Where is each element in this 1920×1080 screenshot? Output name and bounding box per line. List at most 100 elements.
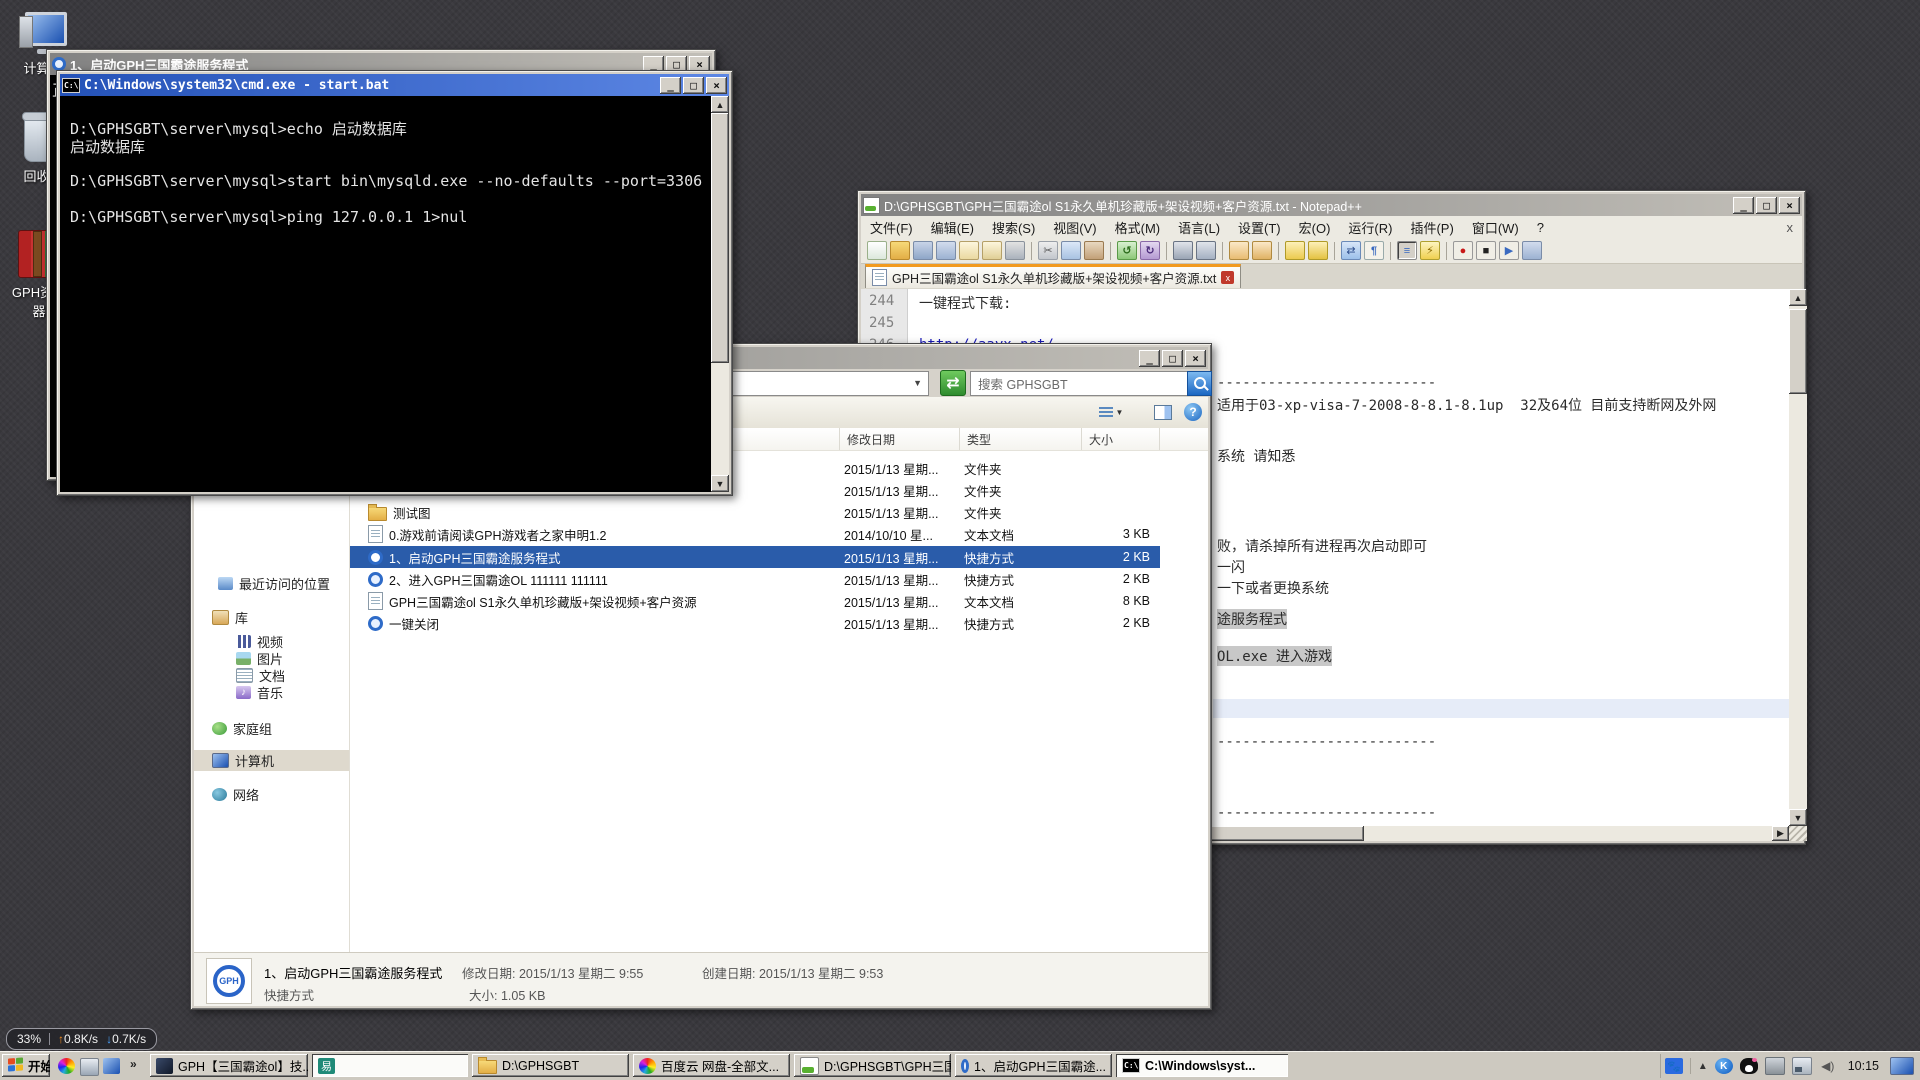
kugou-icon[interactable]: K: [1715, 1058, 1733, 1074]
close-button[interactable]: ×: [1185, 350, 1206, 367]
vscroll-thumb[interactable]: [711, 113, 729, 363]
paste-icon[interactable]: [1084, 241, 1104, 260]
copy-icon[interactable]: [1061, 241, 1081, 260]
clock[interactable]: 10:15: [1844, 1059, 1883, 1073]
maximize-button[interactable]: □: [1756, 197, 1777, 214]
minimize-button[interactable]: _: [1139, 350, 1160, 367]
tab-document[interactable]: GPH三国霸途ol S1永久单机珍藏版+架设视频+客户资源.txt x: [865, 264, 1241, 288]
search-input[interactable]: 搜索 GPHSGBT: [970, 371, 1195, 396]
scroll-down-icon[interactable]: ▼: [711, 475, 729, 492]
close-doc-icon[interactable]: [959, 241, 979, 260]
cmd-titlebar[interactable]: C:\ C:\Windows\system32\cmd.exe - start.…: [60, 74, 729, 96]
file-row[interactable]: 一键关闭 2015/1/13 星期... 快捷方式 2 KB: [350, 612, 1156, 634]
menu-search[interactable]: 搜索(S): [983, 215, 1044, 240]
network-status-icon[interactable]: [1792, 1057, 1812, 1075]
tab-close-icon[interactable]: x: [1221, 271, 1234, 284]
sidebar-item-homegroup[interactable]: 家庭组: [194, 718, 367, 739]
quicklaunch-overflow-chevron[interactable]: »: [130, 1057, 137, 1071]
function-completion-icon[interactable]: ⚡: [1420, 241, 1440, 260]
notepadpp-vscrollbar[interactable]: ▲ ▼: [1789, 289, 1807, 826]
usb-device-icon[interactable]: [1765, 1057, 1785, 1075]
menu-macro[interactable]: 宏(O): [1290, 215, 1340, 240]
file-row[interactable]: 0.游戏前请阅读GPH游戏者之家申明1.2 2014/10/10 星... 文本…: [350, 523, 1156, 545]
maximize-button[interactable]: □: [1162, 350, 1183, 367]
menu-help[interactable]: ?: [1528, 217, 1553, 238]
quicklaunch-pinwheel-icon[interactable]: [58, 1058, 75, 1074]
file-row-selected[interactable]: 1、启动GPH三国霸途服务程式 2015/1/13 星期... 快捷方式 2 K…: [350, 546, 1160, 568]
task-button-cmd[interactable]: C:\ C:\Windows\syst...: [1116, 1054, 1288, 1077]
indent-guide-icon[interactable]: ≡: [1397, 241, 1417, 260]
sync-vertical-icon[interactable]: [1285, 241, 1305, 260]
sidebar-item-recent[interactable]: 最近访问的位置: [194, 573, 373, 594]
qq-penguin-icon[interactable]: [1740, 1058, 1758, 1074]
file-row[interactable]: 2、进入GPH三国霸途OL 111111 111111 2015/1/13 星期…: [350, 568, 1156, 590]
net-speed-monitor[interactable]: 33% 0.8K/s 0.7K/s: [6, 1028, 157, 1050]
find-icon[interactable]: [1173, 241, 1193, 260]
macro-record-icon[interactable]: ●: [1453, 241, 1473, 260]
task-button-gph-launcher[interactable]: 1、启动GPH三国霸途...: [955, 1054, 1112, 1077]
show-desktop-icon[interactable]: [80, 1058, 99, 1076]
column-header-modified[interactable]: 修改日期: [840, 428, 960, 450]
show-desktop-corner-icon[interactable]: [1890, 1057, 1914, 1075]
minimize-button[interactable]: _: [660, 77, 681, 94]
show-hidden-icons-chevron[interactable]: ▲: [1698, 1061, 1708, 1072]
menu-edit[interactable]: 编辑(E): [922, 215, 983, 240]
file-row[interactable]: GPH三国霸途ol S1永久单机珍藏版+架设视频+客户资源 2015/1/13 …: [350, 590, 1156, 612]
preview-pane-button[interactable]: [1152, 402, 1174, 422]
maximize-button[interactable]: □: [683, 77, 704, 94]
search-button[interactable]: [1187, 371, 1212, 396]
menu-window[interactable]: 窗口(W): [1463, 215, 1528, 240]
menu-format[interactable]: 格式(M): [1106, 215, 1170, 240]
task-button-notepadpp[interactable]: D:\GPHSGBT\GPH三国...: [794, 1054, 951, 1077]
task-button-yi[interactable]: 易: [312, 1054, 468, 1077]
help-button[interactable]: ?: [1182, 401, 1204, 423]
close-button[interactable]: ×: [1779, 197, 1800, 214]
refresh-go-icon[interactable]: ⇄: [940, 370, 966, 396]
redo-icon[interactable]: ↻: [1140, 241, 1160, 260]
open-file-icon[interactable]: [890, 241, 910, 260]
macro-stop-icon[interactable]: ■: [1476, 241, 1496, 260]
quicklaunch-media-icon[interactable]: [103, 1058, 120, 1074]
menu-file[interactable]: 文件(F): [861, 215, 922, 240]
close-button[interactable]: ×: [706, 77, 727, 94]
column-header-size[interactable]: 大小: [1082, 428, 1160, 450]
scroll-down-icon[interactable]: ▼: [1789, 809, 1807, 826]
task-button-baidu-pan[interactable]: 百度云 网盘-全部文...: [633, 1054, 790, 1077]
print-icon[interactable]: [1005, 241, 1025, 260]
save-icon[interactable]: [913, 241, 933, 260]
sync-horizontal-icon[interactable]: [1308, 241, 1328, 260]
cmd-vscrollbar[interactable]: ▲ ▼: [711, 96, 729, 492]
zoom-out-icon[interactable]: [1252, 241, 1272, 260]
new-file-icon[interactable]: [867, 241, 887, 260]
macro-play-icon[interactable]: ▶: [1499, 241, 1519, 260]
replace-icon[interactable]: [1196, 241, 1216, 260]
zoom-in-icon[interactable]: [1229, 241, 1249, 260]
cut-icon[interactable]: ✂: [1038, 241, 1058, 260]
vscroll-thumb[interactable]: [1789, 309, 1807, 394]
sidebar-item-network[interactable]: 网络: [194, 784, 367, 805]
change-view-button[interactable]: ▼: [1096, 403, 1126, 422]
menu-run[interactable]: 运行(R): [1339, 215, 1401, 240]
resize-grip[interactable]: [1789, 826, 1807, 841]
task-button-gph-folder[interactable]: GPH【三国霸途ol】技...: [150, 1054, 308, 1077]
macro-save-icon[interactable]: [1522, 241, 1542, 260]
menu-view[interactable]: 视图(V): [1044, 215, 1105, 240]
close-all-icon[interactable]: [982, 241, 1002, 260]
notepadpp-titlebar[interactable]: D:\GPHSGBT\GPH三国霸途ol S1永久单机珍藏版+架设视频+客户资源…: [861, 194, 1802, 216]
task-button-explorer[interactable]: D:\GPHSGBT: [472, 1054, 629, 1077]
sidebar-item-computer[interactable]: 计算机: [194, 750, 349, 771]
sidebar-item-libraries[interactable]: 库: [194, 607, 367, 628]
column-header-blank[interactable]: [1160, 428, 1208, 450]
scroll-right-icon[interactable]: ▶: [1772, 826, 1789, 841]
undo-icon[interactable]: ↺: [1117, 241, 1137, 260]
save-all-icon[interactable]: [936, 241, 956, 260]
start-button[interactable]: 开始: [2, 1054, 50, 1077]
show-all-characters-icon[interactable]: ¶: [1364, 241, 1384, 260]
menu-language[interactable]: 语言(L): [1169, 215, 1229, 240]
volume-icon[interactable]: ◀): [1819, 1058, 1837, 1074]
scroll-up-icon[interactable]: ▲: [711, 96, 729, 113]
baidu-paw-icon[interactable]: 🐾: [1665, 1058, 1683, 1074]
doc-close-icon[interactable]: x: [1778, 217, 1803, 238]
address-dropdown-icon[interactable]: ▼: [913, 378, 922, 388]
file-row[interactable]: 测试图 2015/1/13 星期... 文件夹: [350, 501, 1156, 523]
